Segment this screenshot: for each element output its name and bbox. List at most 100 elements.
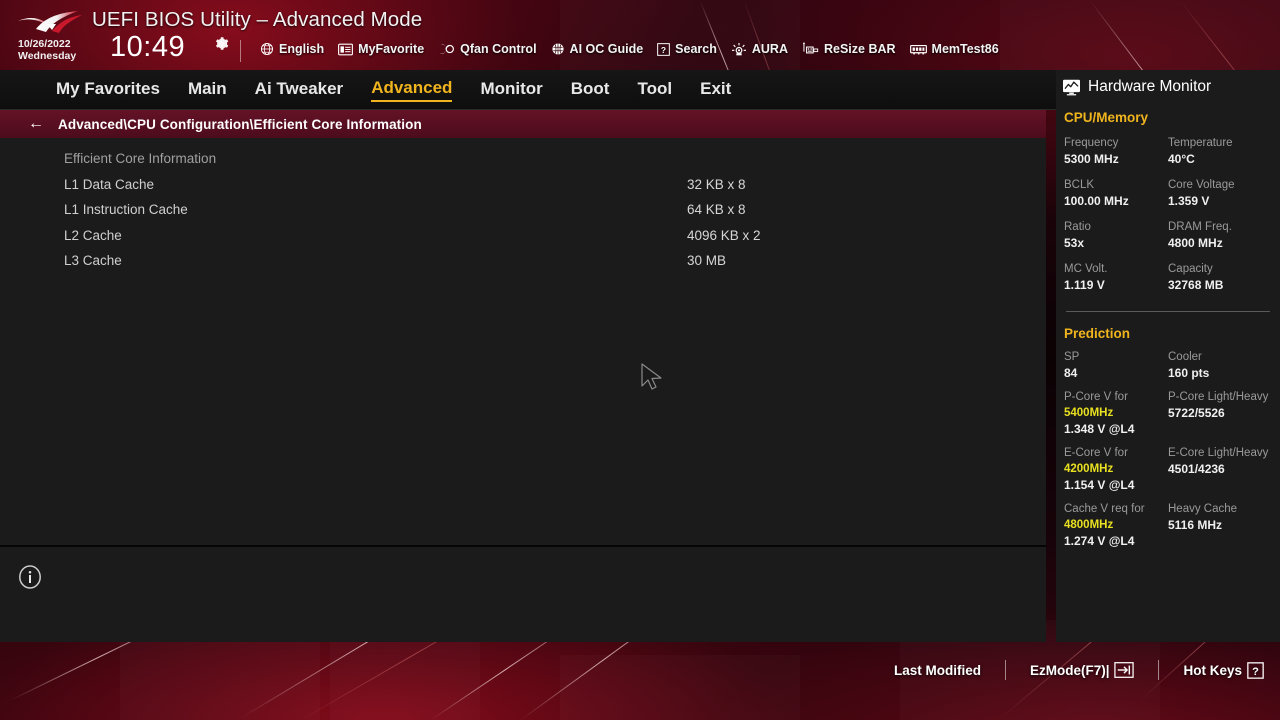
hw-value: 1.359 V — [1168, 194, 1210, 208]
hw-field-temperature: Temperature 40°C — [1168, 125, 1272, 167]
row-label: L1 Data Cache — [64, 176, 155, 192]
hw-value: 5116 MHz — [1168, 518, 1223, 532]
hotkeys-label: Hot Keys — [1183, 662, 1242, 678]
hw-key: MC Volt. — [1064, 263, 1108, 275]
hw-key: Capacity — [1168, 263, 1213, 275]
fan-icon — [440, 44, 455, 54]
hw-value: 1.119 V — [1064, 278, 1105, 292]
tab-tool[interactable]: Tool — [637, 79, 672, 101]
header-item-search[interactable]: ? Search — [657, 42, 717, 56]
table-row[interactable]: L1 Data Cache 32 KB x 8 — [0, 172, 1046, 198]
hw-key: P-Core V for 5400MHz — [1064, 389, 1168, 421]
weekday-value: Wednesday — [18, 50, 77, 62]
breadcrumb[interactable]: ← Advanced\CPU Configuration\Efficient C… — [0, 110, 1046, 138]
svg-text:?: ? — [1252, 665, 1259, 677]
settings-list: Efficient Core Information L1 Data Cache… — [0, 138, 1046, 274]
prediction-grid: SP 84 Cooler 160 pts P-Core V for 5400MH… — [1056, 341, 1280, 549]
hw-field-cooler: Cooler 160 pts — [1168, 341, 1272, 381]
footer-divider — [1004, 660, 1006, 680]
header-item-english[interactable]: English — [260, 42, 324, 56]
hw-key-highlight: 4200MHz — [1064, 463, 1114, 475]
table-row[interactable]: L3 Cache 30 MB — [0, 248, 1046, 274]
hw-key: E-Core Light/Heavy — [1168, 447, 1269, 459]
header-item-label: AURA — [751, 42, 788, 56]
breadcrumb-path: Advanced\CPU Configuration\Efficient Cor… — [58, 116, 422, 132]
hw-key: SP — [1064, 351, 1080, 363]
tab-exit[interactable]: Exit — [700, 79, 731, 101]
hw-key: Core Voltage — [1168, 179, 1235, 191]
hw-key-text: P-Core V for — [1064, 391, 1128, 403]
footer-divider — [1158, 660, 1160, 680]
monitor-graph-icon — [1063, 79, 1080, 95]
hardware-monitor-panel: Hardware Monitor CPU/Memory Frequency 53… — [1056, 70, 1280, 642]
help-area — [0, 547, 1046, 642]
table-row[interactable]: L2 Cache 4096 KB x 2 — [0, 223, 1046, 249]
header-item-label: AI OC Guide — [569, 42, 644, 56]
header-item-label: MemTest86 — [931, 42, 999, 56]
hw-value: 5300 MHz — [1064, 152, 1119, 166]
clock-display: 10:49 — [110, 31, 186, 63]
last-modified-label: Last Modified — [893, 662, 981, 678]
hw-key-highlight: 4800MHz — [1064, 519, 1114, 531]
resize-bar-icon — [803, 42, 819, 54]
row-label: L2 Cache — [64, 227, 122, 243]
info-circle-icon[interactable] — [18, 565, 42, 589]
hw-field-mc-volt: MC Volt. 1.119 V — [1064, 251, 1168, 293]
hw-key: Frequency — [1064, 137, 1119, 149]
tab-advanced[interactable]: Advanced — [371, 78, 453, 102]
hw-key: BCLK — [1064, 179, 1095, 191]
rog-logo-icon — [18, 11, 82, 33]
back-arrow-icon[interactable]: ← — [28, 116, 44, 132]
hw-key: Temperature — [1168, 137, 1233, 149]
hw-value: 160 pts — [1168, 366, 1210, 380]
tab-monitor[interactable]: Monitor — [480, 79, 542, 101]
cpu-memory-grid: Frequency 5300 MHz Temperature 40°C BCLK… — [1056, 125, 1280, 293]
header-item-label: ReSize BAR — [823, 42, 896, 56]
header-item-label: Qfan Control — [460, 42, 537, 56]
tab-ai-tweaker[interactable]: Ai Tweaker — [255, 79, 344, 101]
hw-key: Heavy Cache — [1168, 503, 1238, 515]
tab-main[interactable]: Main — [188, 79, 227, 101]
row-value: 64 KB x 8 — [687, 202, 746, 218]
table-row[interactable]: L1 Instruction Cache 64 KB x 8 — [0, 197, 1046, 223]
last-modified-button[interactable]: Last Modified — [894, 663, 981, 678]
hw-field-sp: SP 84 — [1064, 341, 1168, 381]
header-item-qfan-control[interactable]: Qfan Control — [438, 42, 537, 56]
header-item-ai-oc-guide[interactable]: AI OC Guide — [551, 42, 644, 56]
hw-value: 32768 MB — [1168, 278, 1224, 292]
header-item-resize-bar[interactable]: ReSize BAR — [802, 42, 896, 56]
hw-value: 40°C — [1168, 152, 1195, 166]
header-item-memtest86[interactable]: MemTest86 — [909, 42, 999, 56]
hw-key-text: E-Core V for — [1064, 447, 1128, 459]
footer-bar: Last Modified EzMode(F7)| Hot Keys ? — [0, 642, 1280, 720]
hw-field-frequency: Frequency 5300 MHz — [1064, 125, 1168, 167]
ezmode-button[interactable]: EzMode(F7)| — [1030, 662, 1135, 678]
date-display: 10/26/2022 Wednesday — [18, 38, 76, 62]
hotkeys-button[interactable]: Hot Keys ? — [1183, 661, 1264, 679]
date-value: 10/26/2022 — [18, 38, 71, 50]
hw-key: E-Core V for 4200MHz — [1064, 445, 1168, 477]
tab-my-favorites[interactable]: My Favorites — [56, 79, 160, 101]
header-item-label: Search — [675, 42, 717, 56]
row-value: 4096 KB x 2 — [687, 227, 761, 243]
question-box-icon: ? — [657, 42, 671, 56]
header-item-myfavorite[interactable]: MyFavorite — [338, 42, 424, 56]
header-item-aura[interactable]: AURA — [731, 42, 788, 56]
question-box-icon: ? — [1247, 661, 1264, 679]
hw-field-bclk: BCLK 100.00 MHz — [1064, 167, 1168, 209]
globe-icon — [260, 42, 274, 56]
hw-value: 1.274 V @L4 — [1064, 534, 1135, 548]
hw-value: 53x — [1064, 236, 1085, 250]
row-label: L3 Cache — [64, 253, 122, 269]
hw-field-pcore-light-heavy: P-Core Light/Heavy 5722/5526 — [1168, 381, 1272, 437]
hw-key-highlight: 5400MHz — [1064, 407, 1114, 419]
header-bar: UEFI BIOS Utility – Advanced Mode 10/26/… — [0, 0, 1280, 70]
row-label: L1 Instruction Cache — [64, 202, 188, 218]
hw-value: 84 — [1064, 366, 1078, 380]
gear-icon[interactable] — [214, 36, 229, 51]
main-panel: ← Advanced\CPU Configuration\Efficient C… — [0, 110, 1046, 642]
hw-value: 4800 MHz — [1168, 236, 1223, 250]
tab-boot[interactable]: Boot — [571, 79, 610, 101]
hw-field-ecore-light-heavy: E-Core Light/Heavy 4501/4236 — [1168, 437, 1272, 493]
header-tools: English MyFavorite Qfan Control AI OC Gu… — [260, 42, 999, 56]
